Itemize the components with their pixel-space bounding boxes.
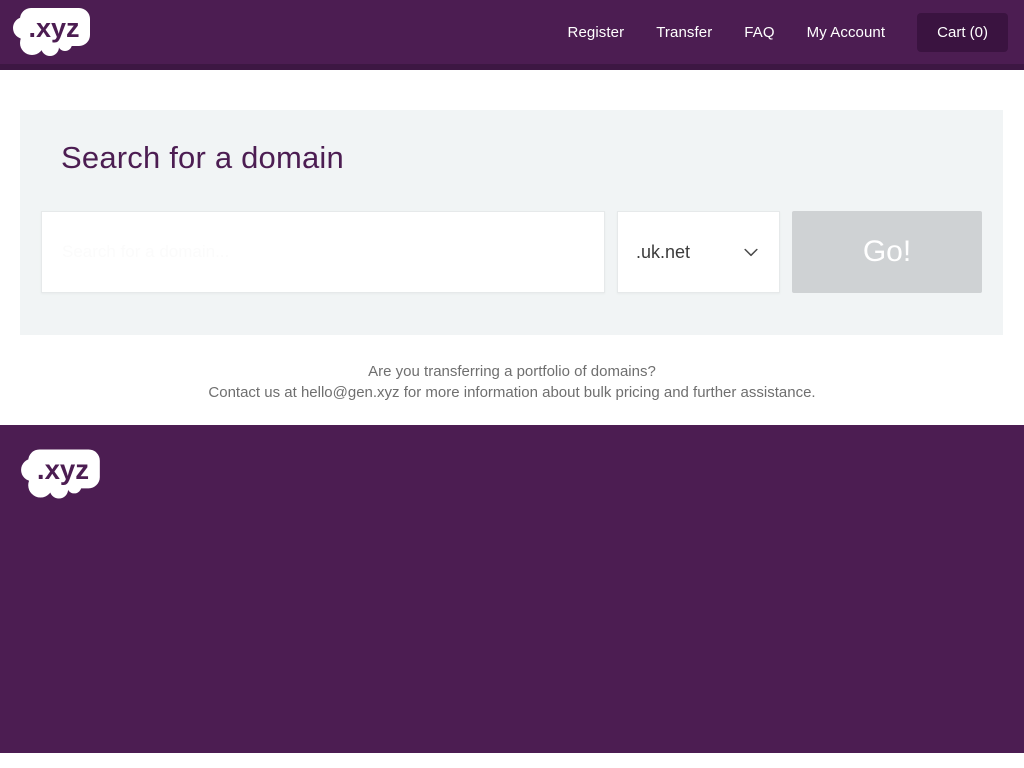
page-title: Search for a domain: [61, 140, 344, 175]
xyz-logo-icon: .xyz: [21, 449, 100, 499]
tld-selected-value: .uk.net: [636, 241, 691, 262]
nav-item-register[interactable]: Register: [552, 16, 641, 49]
chevron-down-icon: [744, 248, 758, 257]
xyz-logo-icon: .xyz: [13, 8, 90, 56]
domain-search-panel: Search for a domain .uk.net Go!: [20, 110, 1003, 335]
search-row: .uk.net Go!: [41, 211, 982, 293]
header-logo[interactable]: .xyz: [10, 6, 98, 58]
nav-item-transfer[interactable]: Transfer: [640, 16, 728, 49]
search-input[interactable]: [41, 211, 605, 293]
bulk-note-line-2: Contact us at hello@gen.xyz for more inf…: [208, 384, 816, 401]
svg-text:.xyz: .xyz: [28, 13, 79, 43]
site-footer: .xyz REGISTER: [0, 425, 1024, 753]
site-header: .xyz Register Transfer FAQ My Account Ca…: [0, 0, 1024, 70]
bulk-transfer-note: Are you transferring a portfolio of doma…: [0, 361, 1024, 425]
nav-item-faq[interactable]: FAQ: [728, 16, 790, 49]
search-go-button[interactable]: Go!: [792, 211, 982, 293]
main-content: Search for a domain .uk.net Go! Are you …: [0, 110, 1024, 425]
svg-text:.xyz: .xyz: [37, 454, 89, 485]
tld-select[interactable]: .uk.net: [617, 211, 780, 293]
cart-button[interactable]: Cart (0): [917, 12, 1008, 52]
bulk-note-line-1: Are you transferring a portfolio of doma…: [368, 363, 656, 380]
footer-logo[interactable]: .xyz: [18, 447, 108, 501]
header-nav: Register Transfer FAQ My Account Cart (0…: [552, 12, 1008, 52]
nav-item-my-account[interactable]: My Account: [791, 16, 902, 49]
